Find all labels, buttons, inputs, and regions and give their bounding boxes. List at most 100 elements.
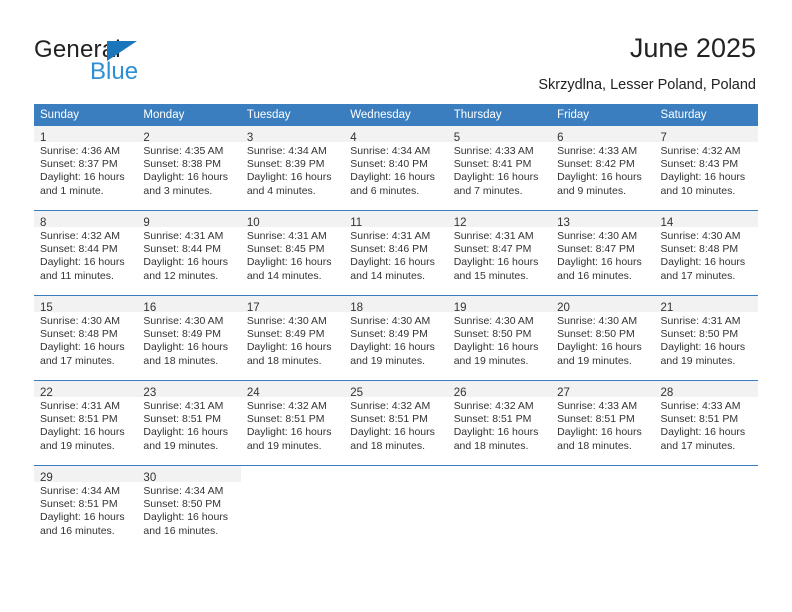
day-number-band: 1 (34, 126, 138, 144)
calendar-day-cell[interactable]: 1 Sunrise: 4:36 AM Sunset: 8:37 PM Daylight… (34, 126, 138, 211)
day-cell-content: 27 Sunrise: 4:33 AM Sunset: 8:51 PM Dayligh… (551, 381, 655, 465)
calendar-day-cell[interactable]: 5 Sunrise: 4:33 AM Sunset: 8:41 PM Daylight… (447, 126, 552, 211)
day-number-band: 20 (551, 296, 655, 314)
day-number-band: 10 (240, 211, 345, 229)
daylight-text: Daylight: 16 hours and 19 minutes. (453, 341, 539, 367)
day-sun-info: Sunrise: 4:34 AM Sunset: 8:39 PM Daylight:… (241, 142, 344, 198)
calendar-day-cell[interactable]: 22 Sunrise: 4:31 AM Sunset: 8:51 PM Dayligh… (34, 380, 138, 466)
day-cell-content: 13 Sunrise: 4:30 AM Sunset: 8:47 PM Dayligh… (551, 211, 655, 295)
day-number-band: 8 (34, 211, 138, 229)
sunset-text: Sunset: 8:49 PM (350, 328, 428, 341)
calendar-day-cell[interactable]: 3 Sunrise: 4:34 AM Sunset: 8:39 PM Daylight… (240, 126, 345, 211)
day-sun-info: Sunrise: 4:31 AM Sunset: 8:51 PM Daylight:… (137, 397, 240, 453)
calendar-day-cell[interactable]: 20 Sunrise: 4:30 AM Sunset: 8:50 PM Dayligh… (551, 295, 655, 381)
daylight-text: Daylight: 16 hours and 14 minutes. (246, 256, 332, 282)
day-cell-content: 16 Sunrise: 4:30 AM Sunset: 8:49 PM Dayligh… (137, 296, 241, 380)
sunset-text: Sunset: 8:51 PM (453, 413, 532, 426)
calendar-day-cell[interactable]: 27 Sunrise: 4:33 AM Sunset: 8:51 PM Dayligh… (551, 380, 655, 466)
daylight-text: Daylight: 16 hours and 16 minutes. (40, 511, 125, 537)
day-number-band: 4 (344, 126, 448, 144)
calendar-day-cell (447, 465, 552, 550)
calendar-day-cell[interactable]: 23 Sunrise: 4:31 AM Sunset: 8:51 PM Dayligh… (137, 380, 241, 466)
calendar-day-cell[interactable]: 28 Sunrise: 4:33 AM Sunset: 8:51 PM Dayligh… (654, 380, 758, 466)
day-number: 5 (453, 132, 461, 144)
day-number: 9 (143, 217, 150, 229)
calendar-day-cell[interactable]: 2 Sunrise: 4:35 AM Sunset: 8:38 PM Daylight… (137, 126, 241, 211)
day-sun-info: Sunrise: 4:33 AM Sunset: 8:51 PM Daylight:… (655, 397, 758, 453)
sunset-text: Sunset: 8:47 PM (453, 243, 532, 256)
daylight-text: Daylight: 16 hours and 18 minutes. (143, 341, 229, 367)
calendar-day-cell[interactable]: 13 Sunrise: 4:30 AM Sunset: 8:47 PM Dayligh… (551, 210, 655, 296)
calendar-day-cell[interactable]: 4 Sunrise: 4:34 AM Sunset: 8:40 PM Daylight… (344, 126, 448, 211)
weekday-header-tuesday: Tuesday (240, 104, 345, 126)
day-sun-info: Sunrise: 4:30 AM Sunset: 8:49 PM Daylight:… (241, 312, 344, 368)
day-number: 18 (350, 302, 364, 314)
day-sun-info: Sunrise: 4:30 AM Sunset: 8:50 PM Daylight:… (551, 312, 654, 368)
day-number-band: 26 (447, 381, 552, 399)
calendar-day-cell[interactable]: 29 Sunrise: 4:34 AM Sunset: 8:51 PM Dayligh… (34, 465, 138, 550)
sunset-text: Sunset: 8:50 PM (557, 328, 635, 341)
page-subtitle-location: Skrzydlna, Lesser Poland, Poland (538, 77, 756, 93)
calendar-day-cell[interactable]: 6 Sunrise: 4:33 AM Sunset: 8:42 PM Daylight… (551, 126, 655, 211)
sunset-text: Sunset: 8:50 PM (660, 328, 739, 341)
calendar-day-cell[interactable]: 21 Sunrise: 4:31 AM Sunset: 8:50 PM Dayligh… (654, 295, 758, 381)
day-cell-content: 7 Sunrise: 4:32 AM Sunset: 8:43 PM Daylight… (654, 126, 758, 210)
day-number: 19 (453, 302, 467, 314)
sunrise-text: Sunrise: 4:32 AM (40, 230, 120, 242)
sunset-text: Sunset: 8:50 PM (453, 328, 532, 341)
day-number-band: 13 (551, 211, 655, 229)
day-sun-info: Sunrise: 4:30 AM Sunset: 8:49 PM Daylight:… (344, 312, 447, 368)
calendar-day-cell[interactable]: 7 Sunrise: 4:32 AM Sunset: 8:43 PM Daylight… (654, 126, 758, 211)
calendar-day-cell[interactable]: 11 Sunrise: 4:31 AM Sunset: 8:46 PM Dayligh… (344, 210, 448, 296)
day-number: 21 (660, 302, 674, 314)
day-number: 20 (557, 302, 570, 314)
calendar-day-cell[interactable]: 25 Sunrise: 4:32 AM Sunset: 8:51 PM Dayligh… (344, 380, 448, 466)
day-sun-info: Sunrise: 4:31 AM Sunset: 8:44 PM Daylight:… (137, 227, 240, 283)
sunrise-text: Sunrise: 4:30 AM (40, 315, 120, 327)
calendar-day-cell[interactable]: 19 Sunrise: 4:30 AM Sunset: 8:50 PM Dayligh… (447, 295, 552, 381)
calendar-header-row: Sunday Monday Tuesday Wednesday Thursday… (34, 104, 758, 126)
calendar-day-cell[interactable]: 18 Sunrise: 4:30 AM Sunset: 8:49 PM Dayligh… (344, 295, 448, 381)
calendar-day-cell[interactable]: 26 Sunrise: 4:32 AM Sunset: 8:51 PM Dayligh… (447, 380, 552, 466)
weekday-header-friday: Friday (551, 104, 655, 126)
sunrise-text: Sunrise: 4:32 AM (246, 400, 327, 412)
daylight-text: Daylight: 16 hours and 3 minutes. (143, 171, 229, 197)
day-cell-content: 30 Sunrise: 4:34 AM Sunset: 8:50 PM Dayligh… (137, 466, 241, 550)
daylight-text: Daylight: 16 hours and 4 minutes. (246, 171, 332, 197)
sunset-text: Sunset: 8:38 PM (143, 158, 222, 171)
calendar-day-cell (551, 465, 655, 550)
calendar-day-cell[interactable]: 14 Sunrise: 4:30 AM Sunset: 8:48 PM Dayligh… (654, 210, 758, 296)
day-sun-info: Sunrise: 4:31 AM Sunset: 8:47 PM Daylight:… (448, 227, 551, 283)
day-number-band (344, 466, 447, 482)
sunset-text: Sunset: 8:45 PM (246, 243, 325, 256)
calendar-day-cell[interactable]: 17 Sunrise: 4:30 AM Sunset: 8:49 PM Dayligh… (240, 295, 345, 381)
day-number: 29 (40, 472, 53, 484)
sunrise-text: Sunrise: 4:31 AM (453, 230, 534, 242)
calendar-day-cell[interactable]: 24 Sunrise: 4:32 AM Sunset: 8:51 PM Dayligh… (240, 380, 345, 466)
calendar-day-cell[interactable]: 9 Sunrise: 4:31 AM Sunset: 8:44 PM Daylight… (137, 210, 241, 296)
sunset-text: Sunset: 8:51 PM (246, 413, 325, 426)
calendar-day-cell[interactable]: 8 Sunrise: 4:32 AM Sunset: 8:44 PM Daylight… (34, 210, 138, 296)
sunset-text: Sunset: 8:51 PM (557, 413, 635, 426)
day-cell-content: 2 Sunrise: 4:35 AM Sunset: 8:38 PM Daylight… (137, 126, 241, 210)
daylight-text: Daylight: 16 hours and 19 minutes. (660, 341, 746, 367)
calendar-day-cell[interactable]: 16 Sunrise: 4:30 AM Sunset: 8:49 PM Dayligh… (137, 295, 241, 381)
calendar-day-cell[interactable]: 15 Sunrise: 4:30 AM Sunset: 8:48 PM Dayligh… (34, 295, 138, 381)
daylight-text: Daylight: 16 hours and 19 minutes. (143, 426, 229, 452)
day-number-band: 25 (344, 381, 448, 399)
general-blue-logo[interactable]: General Blue (34, 36, 234, 88)
day-number: 7 (660, 132, 667, 144)
day-number-band (241, 466, 344, 482)
sunrise-text: Sunrise: 4:30 AM (350, 315, 431, 327)
sunset-text: Sunset: 8:48 PM (660, 243, 739, 256)
sunrise-text: Sunrise: 4:30 AM (246, 315, 327, 327)
sunset-text: Sunset: 8:46 PM (350, 243, 428, 256)
sunrise-text: Sunrise: 4:33 AM (660, 400, 741, 412)
calendar-day-cell[interactable]: 12 Sunrise: 4:31 AM Sunset: 8:47 PM Dayligh… (447, 210, 552, 296)
day-cell-content: 18 Sunrise: 4:30 AM Sunset: 8:49 PM Dayligh… (344, 296, 448, 380)
day-cell-content: 4 Sunrise: 4:34 AM Sunset: 8:40 PM Daylight… (344, 126, 448, 210)
sunrise-text: Sunrise: 4:30 AM (660, 230, 741, 242)
calendar-day-cell[interactable]: 30 Sunrise: 4:34 AM Sunset: 8:50 PM Dayligh… (137, 465, 241, 550)
daylight-text: Daylight: 16 hours and 6 minutes. (350, 171, 435, 197)
calendar-day-cell[interactable]: 10 Sunrise: 4:31 AM Sunset: 8:45 PM Dayligh… (240, 210, 345, 296)
